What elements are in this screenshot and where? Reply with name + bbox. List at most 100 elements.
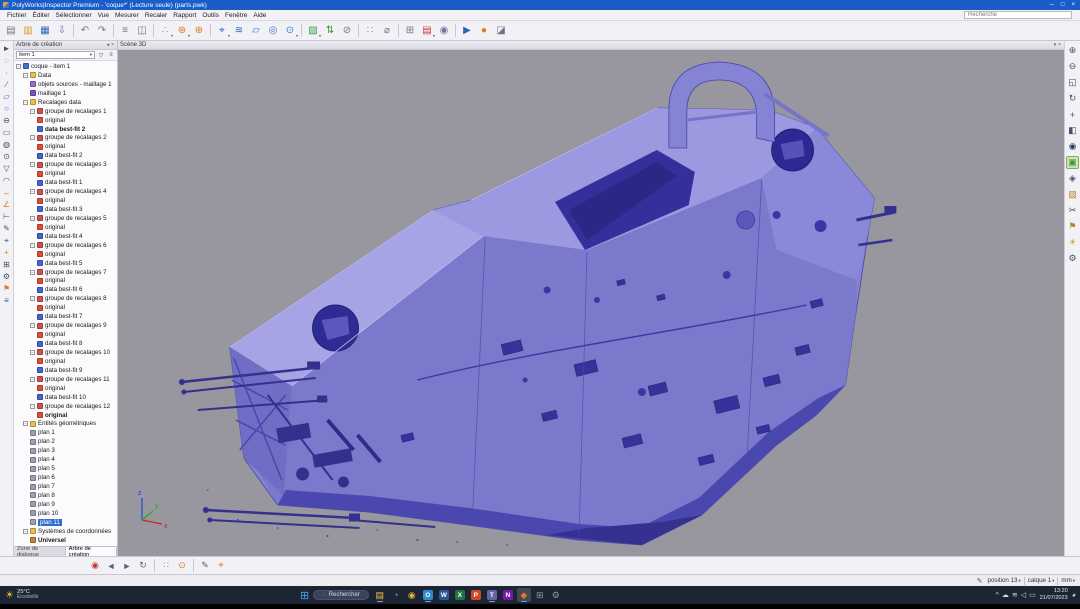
grid-icon[interactable]: ⊞	[1, 259, 12, 270]
tree-item-original[interactable]: original	[14, 196, 117, 205]
expander-icon[interactable]: −	[30, 404, 35, 409]
start-button[interactable]: ⊞	[300, 589, 309, 602]
feature-plane-icon[interactable]: ▱	[248, 23, 264, 39]
battery-icon[interactable]: ▭	[1029, 591, 1036, 599]
item-selector[interactable]: item 1 ▾	[16, 51, 95, 59]
zoom-fit-icon[interactable]: ◱	[1066, 76, 1079, 89]
tree-item-group[interactable]: −groupe de recalages 4	[14, 187, 117, 196]
menu-recaler[interactable]: Recaler	[142, 12, 170, 19]
clock[interactable]: 13:20 21/07/2023	[1040, 588, 1068, 601]
standard-views-icon[interactable]: ◧	[1066, 124, 1079, 137]
new-document-icon[interactable]: ▤	[3, 23, 19, 39]
open-project-icon[interactable]: ▥	[20, 23, 36, 39]
tree-item-folder[interactable]: −Entités géométriques	[14, 420, 117, 429]
tree-item-bestfit[interactable]: data best-fit 4	[14, 232, 117, 241]
create-slot-icon[interactable]: ⊖	[1, 115, 12, 126]
create-rectangle-icon[interactable]: ▭	[1, 127, 12, 138]
tree-item-group[interactable]: −groupe de recalages 1	[14, 107, 117, 116]
measure-angle-icon[interactable]: ∠	[1, 199, 12, 210]
texture-mode-icon[interactable]: ▨	[1066, 188, 1079, 201]
caliper-icon[interactable]: ⊢	[1, 211, 12, 222]
close-panel-icon[interactable]: ×	[110, 42, 115, 48]
tree-item-group[interactable]: −groupe de recalages 6	[14, 241, 117, 250]
3d-model-coque[interactable]	[179, 62, 896, 546]
tree-item-bestfit[interactable]: data best-fit 8	[14, 339, 117, 348]
tree-item-folder[interactable]: −Systèmes de coordonnées	[14, 527, 117, 536]
expander-icon[interactable]: −	[30, 377, 35, 382]
create-circle-icon[interactable]: ○	[1, 103, 12, 114]
measure-distance-icon[interactable]: ↔	[1, 187, 12, 198]
tree-item-original[interactable]: original	[14, 142, 117, 151]
create-point-icon[interactable]: ∙	[1, 67, 12, 78]
tree-item-bestfit[interactable]: data best-fit 5	[14, 259, 117, 268]
gdt-callout-icon[interactable]: ⌀	[379, 23, 395, 39]
probe-tip-icon[interactable]: ⊙	[175, 559, 189, 573]
expander-icon[interactable]: −	[23, 421, 28, 426]
menu-rapport[interactable]: Rapport	[170, 12, 199, 19]
loop-sequence-icon[interactable]: ↻	[136, 559, 150, 573]
layers-icon[interactable]: ≡	[1, 295, 12, 306]
tree-item-plane[interactable]: plan 4	[14, 455, 117, 464]
tree-item-bestfit[interactable]: data best-fit 7	[14, 312, 117, 321]
search-input[interactable]	[964, 11, 1072, 19]
tree-item-mesh[interactable]: maillage 1	[14, 89, 117, 98]
taskbar-app-calculator[interactable]: ⊞	[533, 588, 547, 602]
free-select-icon[interactable]: ◌	[1, 55, 12, 66]
tree-item-plane[interactable]: plan 3	[14, 446, 117, 455]
rotate-view-icon[interactable]: ↻	[1066, 92, 1079, 105]
viewer-settings-icon[interactable]: ⚙	[1066, 252, 1079, 265]
visibility-eye-icon[interactable]: ◉	[1066, 140, 1079, 153]
taskbar-app-chrome-browser[interactable]: ◉	[405, 588, 419, 602]
taskbar-app-outlook[interactable]: O	[421, 588, 435, 602]
taskbar-app-teams[interactable]: T	[485, 588, 499, 602]
target-points-icon[interactable]: ⌖	[214, 559, 228, 573]
tree-item-plane[interactable]: plan 2	[14, 437, 117, 446]
status-layer[interactable]: calque 1▾	[1028, 577, 1055, 584]
digital-readout-icon[interactable]: ∷	[159, 559, 173, 573]
expander-icon[interactable]: −	[30, 189, 35, 194]
comparison-points-icon[interactable]: ∷	[362, 23, 378, 39]
create-cone-icon[interactable]: ▽	[1, 163, 12, 174]
lighting-icon[interactable]: ☀	[1066, 236, 1079, 249]
minimize-icon[interactable]: ─	[1050, 2, 1054, 8]
expander-icon[interactable]: −	[30, 109, 35, 114]
wireframe-mode-icon[interactable]: ◈	[1066, 172, 1079, 185]
expander-icon[interactable]: −	[16, 64, 21, 69]
datum-target-icon[interactable]: ⌖	[1, 235, 12, 246]
report-builder-icon[interactable]: ▤▾	[419, 23, 435, 39]
tree-item-original[interactable]: original	[14, 169, 117, 178]
taskbar-app-excel[interactable]: X	[453, 588, 467, 602]
expander-icon[interactable]: −	[23, 529, 28, 534]
status-position[interactable]: position 13▾	[988, 577, 1021, 584]
feature-circle-icon[interactable]: ◎	[265, 23, 281, 39]
tree-item-group[interactable]: −groupe de recalages 7	[14, 268, 117, 277]
weather-widget[interactable]: ☀ 25°C Ensoleillé	[0, 589, 43, 601]
tree-item-plane[interactable]: plan 1	[14, 428, 117, 437]
tree-item-group[interactable]: −groupe de recalages 8	[14, 294, 117, 303]
tree-item-folder[interactable]: −Data	[14, 71, 117, 80]
menu-fenetre[interactable]: Fenêtre	[222, 12, 250, 19]
tree-item-group[interactable]: −groupe de recalages 3	[14, 160, 117, 169]
tree-item-plane[interactable]: plan 6	[14, 473, 117, 482]
tree-view-icon[interactable]: ≡	[117, 23, 133, 39]
tree-item-bestfit[interactable]: data best-fit 2	[14, 125, 117, 134]
menu-editer[interactable]: Éditer	[30, 12, 53, 19]
tree-item-bestfit[interactable]: data best-fit 2	[14, 151, 117, 160]
taskbar-app-onenote[interactable]: N	[501, 588, 515, 602]
surface-colormap-icon[interactable]: ▣	[1066, 156, 1079, 169]
undo-icon[interactable]: ↶	[77, 23, 93, 39]
laser-scan-icon[interactable]: ≋	[231, 23, 247, 39]
tree-item-group[interactable]: −groupe de recalages 11	[14, 375, 117, 384]
tree-item-original[interactable]: original	[14, 223, 117, 232]
tree-item-bestfit[interactable]: data best-fit 1	[14, 178, 117, 187]
record-macro-icon[interactable]: ●	[476, 23, 492, 39]
expander-icon[interactable]: −	[30, 350, 35, 355]
datum-alignment-icon[interactable]: ⊕	[191, 23, 207, 39]
tree-item-plane[interactable]: plan 11	[14, 518, 117, 527]
tree-item-group[interactable]: −groupe de recalages 2	[14, 134, 117, 143]
taskbar-search[interactable]: ◌ Rechercher	[313, 590, 369, 600]
step-forward-icon[interactable]: ►	[120, 559, 134, 573]
tree-item-original[interactable]: original	[14, 277, 117, 286]
annotations-toggle-icon[interactable]: ⚑	[1066, 220, 1079, 233]
deviation-colormap-icon[interactable]: ▧▾	[305, 23, 321, 39]
